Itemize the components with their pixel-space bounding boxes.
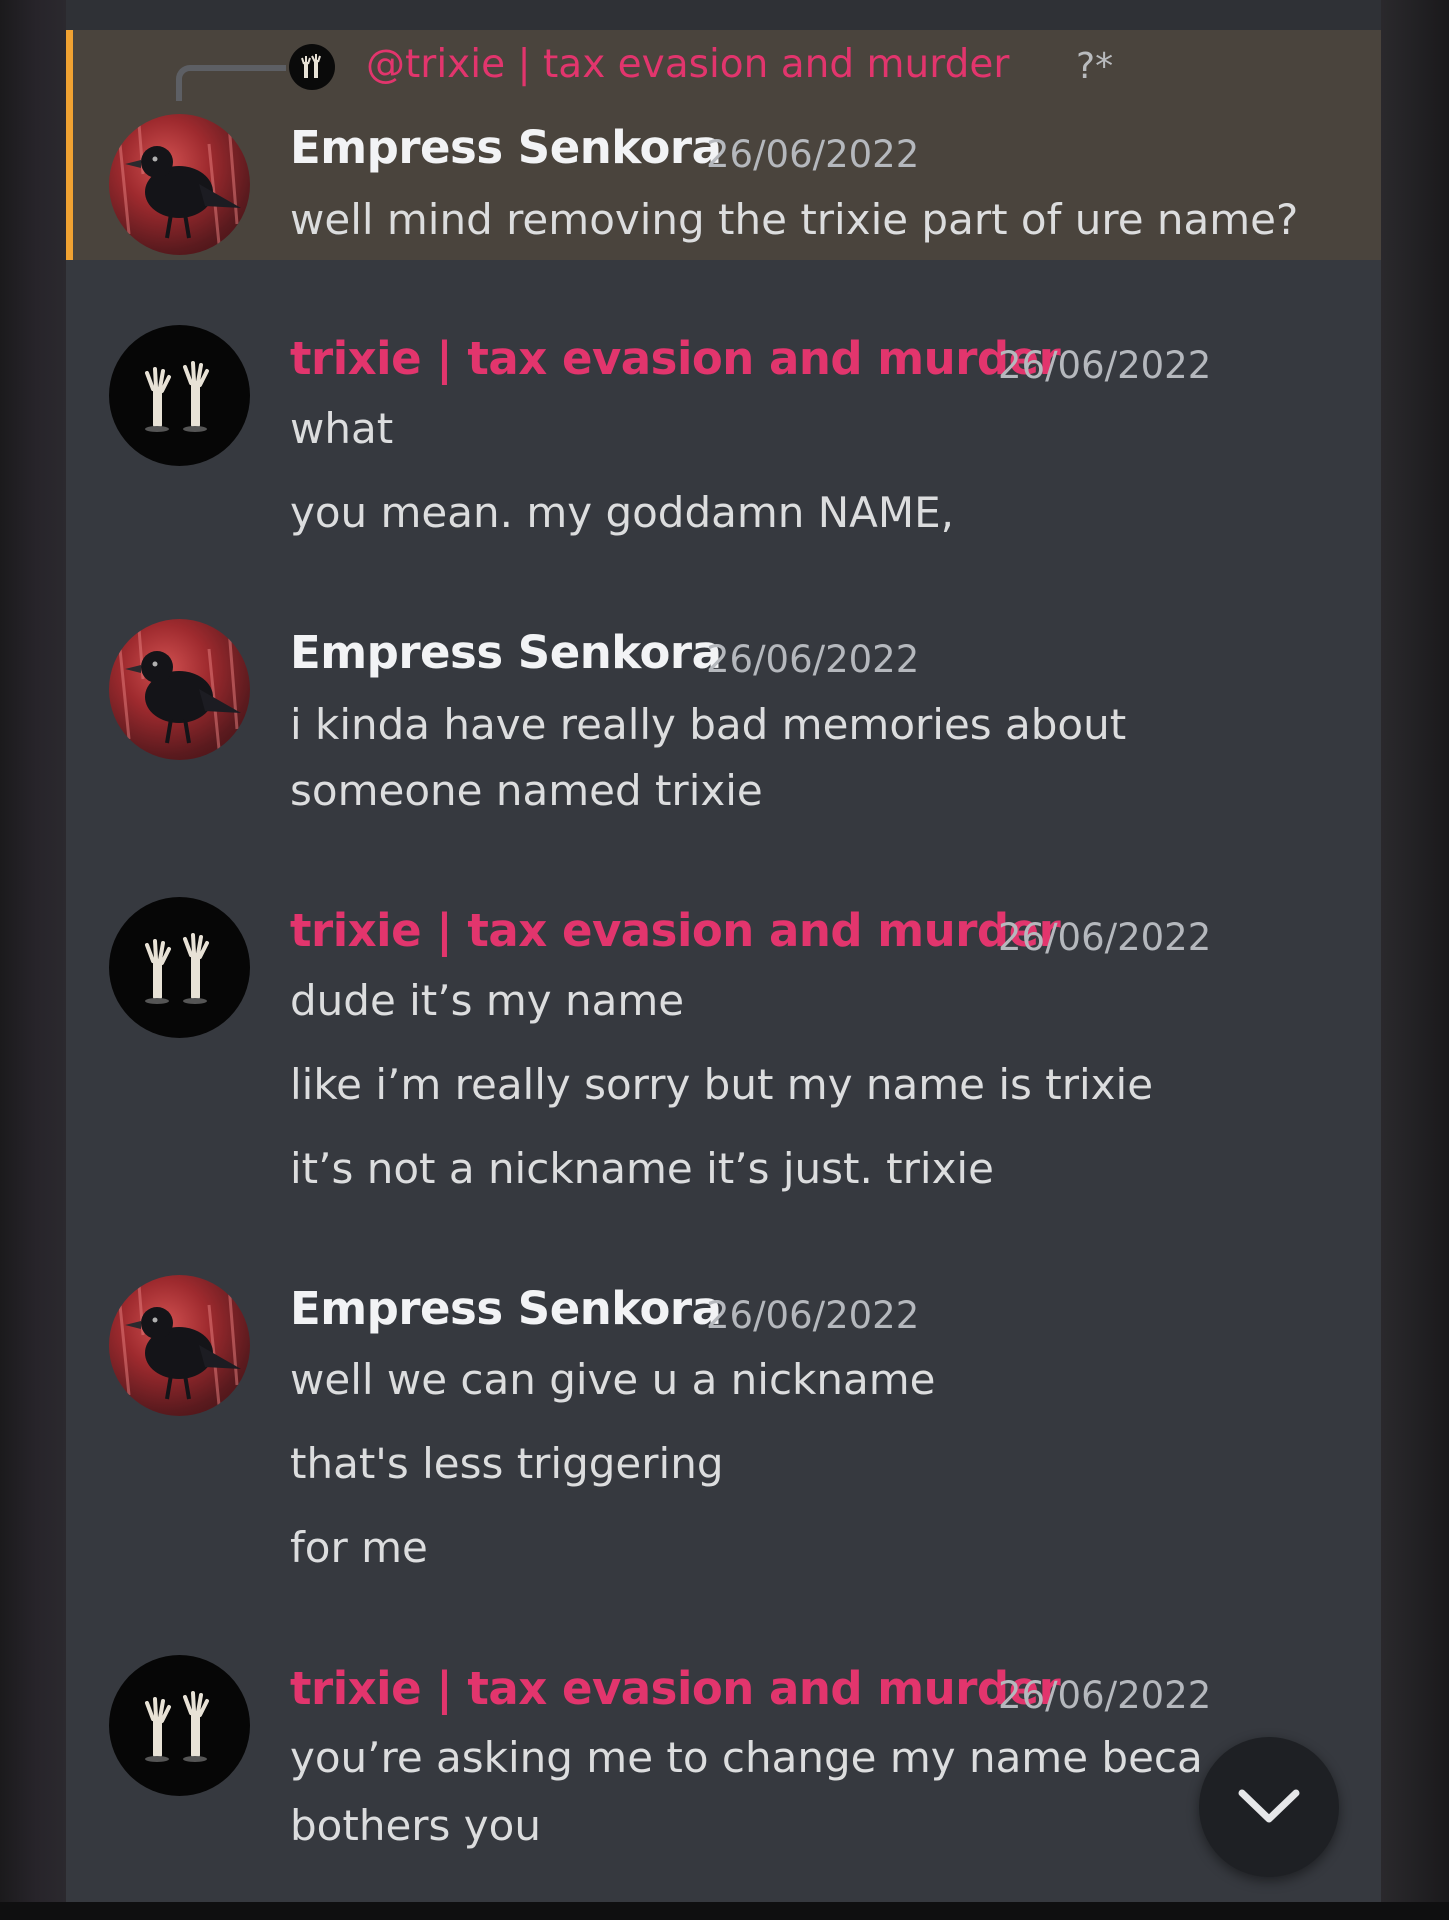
message-timestamp: 26/06/2022 bbox=[998, 344, 1212, 387]
raven-icon bbox=[117, 1284, 241, 1406]
message-timestamp: 26/06/2022 bbox=[998, 916, 1212, 959]
message-author[interactable]: trixie | tax evasion and murder bbox=[290, 904, 1061, 957]
message-text: bothers you bbox=[290, 1801, 541, 1850]
message-text: it’s not a nickname it’s just. trixie bbox=[290, 1144, 994, 1193]
message-author[interactable]: Empress Senkora bbox=[290, 121, 722, 174]
skeleton-hands-icon bbox=[145, 933, 209, 1004]
message-author[interactable]: Empress Senkora bbox=[290, 1282, 722, 1335]
message-text: someone named trixie bbox=[290, 766, 763, 815]
previous-message-edge bbox=[66, 0, 1381, 30]
message-author[interactable]: Empress Senkora bbox=[290, 626, 722, 679]
reply-preview-text: ?* bbox=[1076, 46, 1114, 87]
skeleton-hands-icon bbox=[145, 361, 209, 432]
message-text: you mean. my goddamn NAME, bbox=[290, 488, 955, 537]
message-text: you’re asking me to change my name beca bbox=[290, 1733, 1203, 1782]
message-author[interactable]: trixie | tax evasion and murder bbox=[290, 332, 1061, 385]
message-text: for me bbox=[290, 1523, 428, 1572]
message-text: like i’m really sorry but my name is tri… bbox=[290, 1060, 1154, 1109]
jump-to-latest-button[interactable] bbox=[1199, 1737, 1339, 1877]
message-text: well mind removing the trixie part of ur… bbox=[290, 195, 1299, 244]
reply-avatar[interactable] bbox=[289, 44, 335, 90]
message-timestamp: 26/06/2022 bbox=[706, 1294, 920, 1337]
avatar-trixie[interactable] bbox=[109, 325, 250, 466]
skeleton-hands-icon bbox=[301, 54, 321, 78]
avatar-empress[interactable] bbox=[109, 114, 250, 255]
raven-icon bbox=[117, 628, 241, 750]
chat-panel[interactable]: @trixie | tax evasion and murder ?* Empr… bbox=[66, 0, 1381, 1902]
chevron-down-icon bbox=[1238, 1789, 1300, 1823]
message-author[interactable]: trixie | tax evasion and murder bbox=[290, 1662, 1061, 1715]
right-backdrop bbox=[1381, 0, 1449, 1920]
reply-connector bbox=[176, 65, 286, 101]
bottom-edge bbox=[0, 1902, 1449, 1920]
left-backdrop bbox=[0, 0, 66, 1920]
message-timestamp: 26/06/2022 bbox=[706, 638, 920, 681]
avatar-trixie[interactable] bbox=[109, 1655, 250, 1796]
avatar-empress[interactable] bbox=[109, 1275, 250, 1416]
raven-icon bbox=[117, 123, 241, 245]
skeleton-hands-icon bbox=[145, 1691, 209, 1762]
avatar-empress[interactable] bbox=[109, 619, 250, 760]
message-text: what bbox=[290, 404, 394, 453]
message-timestamp: 26/06/2022 bbox=[706, 133, 920, 176]
message-text: that's less triggering bbox=[290, 1439, 724, 1488]
message-timestamp: 26/06/2022 bbox=[998, 1674, 1212, 1717]
message-text: dude it’s my name bbox=[290, 976, 685, 1025]
avatar-trixie[interactable] bbox=[109, 897, 250, 1038]
message-text: well we can give u a nickname bbox=[290, 1355, 936, 1404]
reply-mention[interactable]: @trixie | tax evasion and murder bbox=[366, 42, 1009, 87]
message-text: i kinda have really bad memories about bbox=[290, 700, 1127, 749]
